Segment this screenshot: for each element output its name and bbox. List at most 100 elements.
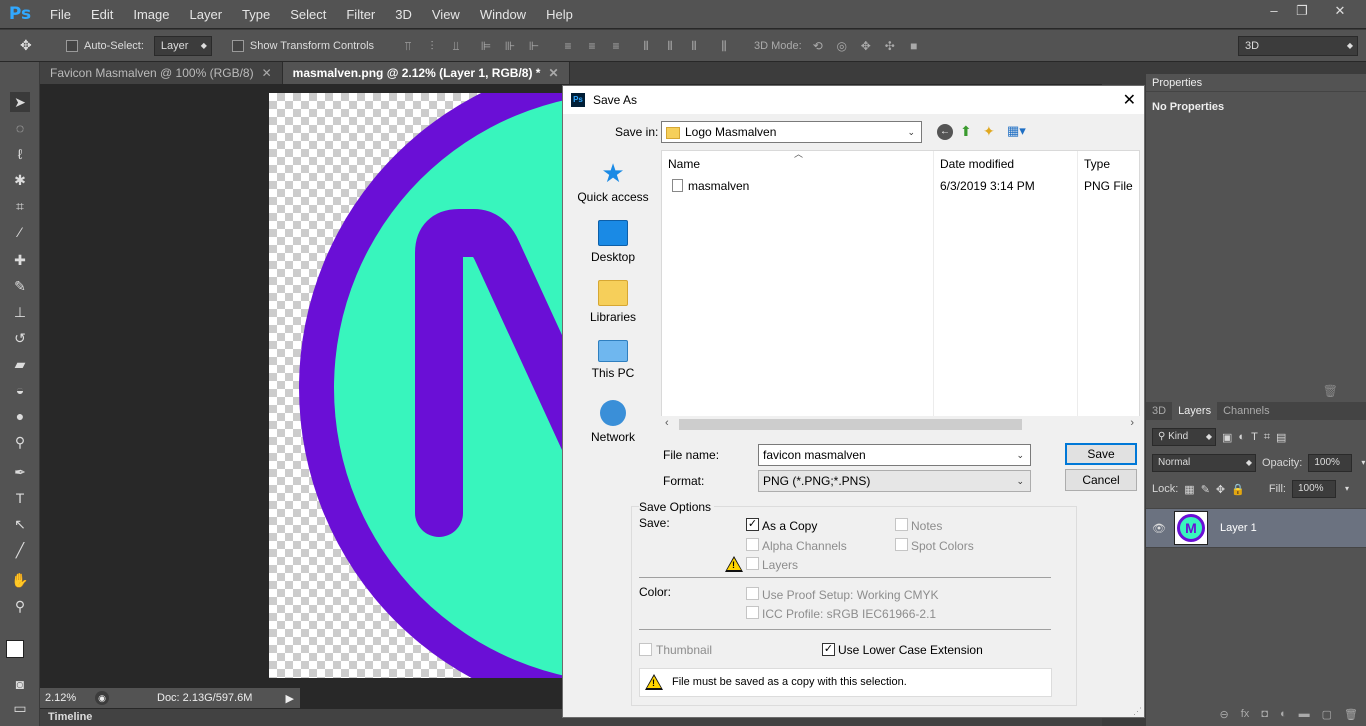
type-tool-icon[interactable]: T	[10, 488, 30, 508]
menu-file[interactable]: File	[40, 7, 81, 22]
format-dropdown[interactable]: PNG (*.PNG;*.PNS) ⌄	[758, 470, 1031, 492]
view-menu-icon[interactable]: ▦▾	[1007, 123, 1026, 139]
zoom-tool-icon[interactable]: ⚲	[10, 596, 30, 616]
trash-icon[interactable]: 🗑	[1323, 384, 1338, 398]
menu-help[interactable]: Help	[536, 7, 583, 22]
auto-align-icon[interactable]: ⫼	[716, 39, 732, 53]
lock-all-icon[interactable]: 🔒	[1231, 483, 1245, 496]
healing-brush-icon[interactable]: ✚	[10, 250, 30, 270]
hand-tool-icon[interactable]: ✋	[10, 570, 30, 590]
foreground-color-swatch[interactable]	[6, 640, 24, 658]
place-libraries[interactable]: Libraries	[569, 280, 657, 324]
stamp-tool-icon[interactable]: ⊥	[10, 302, 30, 322]
use-proof-setup-checkbox[interactable]	[746, 587, 759, 600]
filter-adjustment-icon[interactable]: ◐	[1238, 431, 1245, 443]
distribute-vcenter-icon[interactable]: ≡	[584, 39, 600, 53]
marquee-tool-icon[interactable]: ◌	[10, 118, 30, 138]
file-name[interactable]: masmalven	[688, 179, 749, 193]
tab-layers[interactable]: Layers	[1172, 402, 1218, 420]
tab-masmalven-png[interactable]: masmalven.png @ 2.12% (Layer 1, RGB/8) *…	[282, 62, 570, 84]
menu-select[interactable]: Select	[280, 7, 336, 22]
place-desktop[interactable]: Desktop	[569, 220, 657, 264]
eraser-icon[interactable]: ▰	[10, 354, 30, 374]
lasso-tool-icon[interactable]: ℓ	[10, 144, 30, 164]
menu-edit[interactable]: Edit	[81, 7, 123, 22]
distribute-right-icon[interactable]: ⦀	[686, 39, 702, 53]
menu-view[interactable]: View	[422, 7, 470, 22]
layers-checkbox[interactable]	[746, 557, 759, 570]
opacity-field[interactable]: 100% ▾	[1308, 454, 1365, 472]
lock-transparent-icon[interactable]: ▦	[1184, 483, 1194, 496]
eyedropper-icon[interactable]: ⁄	[10, 222, 30, 242]
menu-layer[interactable]: Layer	[180, 7, 233, 22]
share-icon[interactable]: ◉	[95, 691, 109, 705]
layer-name[interactable]: Layer 1	[1220, 522, 1257, 534]
document-canvas[interactable]	[269, 93, 569, 678]
resize-grip-icon[interactable]: ⋰	[1133, 706, 1142, 717]
tab-channels[interactable]: Channels	[1217, 402, 1275, 420]
column-type[interactable]: Type	[1084, 157, 1110, 171]
paint-bucket-icon[interactable]: ◒	[10, 380, 30, 400]
horizontal-scrollbar[interactable]: ‹ ›	[661, 416, 1140, 433]
quick-mask-icon[interactable]: ◙	[10, 674, 30, 694]
tab-3d[interactable]: 3D	[1146, 402, 1172, 420]
up-folder-icon[interactable]: ⬆	[960, 123, 972, 140]
link-layers-icon[interactable]: ⊖	[1220, 708, 1229, 726]
add-mask-icon[interactable]: ◘	[1261, 708, 1268, 726]
delete-layer-icon[interactable]: 🗑	[1344, 708, 1358, 726]
column-date[interactable]: Date modified	[940, 157, 1014, 171]
move-tool-icon[interactable]: ➤	[10, 92, 30, 112]
distribute-left-icon[interactable]: ⦀	[638, 39, 654, 53]
save-button[interactable]: Save	[1065, 443, 1137, 465]
fx-icon[interactable]: fx	[1241, 708, 1250, 726]
auto-select-checkbox[interactable]	[66, 39, 78, 52]
alpha-channels-checkbox[interactable]	[746, 538, 759, 551]
as-a-copy-label[interactable]: As a Copy	[762, 519, 817, 533]
blur-tool-icon[interactable]: ●	[10, 406, 30, 426]
align-hcenter-icon[interactable]: ⊪	[502, 39, 518, 53]
3d-camera-icon[interactable]: ■	[906, 39, 922, 53]
lock-position-icon[interactable]: ✥	[1216, 483, 1225, 496]
file-list[interactable]: Name ︿ Date modified Type masmalven 6/3/…	[661, 149, 1140, 418]
new-folder-icon[interactable]: ✦	[983, 123, 995, 140]
back-icon[interactable]: ←	[937, 124, 953, 140]
screen-mode-icon[interactable]: ▭	[10, 698, 30, 718]
move-tool-icon[interactable]: ✥	[20, 37, 44, 54]
distribute-bottom-icon[interactable]: ≡	[608, 39, 624, 53]
scroll-thumb[interactable]	[679, 419, 1022, 430]
fill-field[interactable]: 100% ▾	[1291, 480, 1349, 498]
3d-roll-icon[interactable]: ◎	[834, 39, 850, 53]
save-in-dropdown[interactable]: Logo Masmalven ⌄	[661, 121, 922, 143]
3d-rotate-icon[interactable]: ⟲	[810, 39, 826, 53]
filter-smart-icon[interactable]: ▤	[1276, 431, 1286, 444]
path-selection-icon[interactable]: ↖	[10, 514, 30, 534]
column-name[interactable]: Name	[668, 157, 700, 171]
filter-pixel-icon[interactable]: ▣	[1222, 431, 1232, 444]
adjustment-layer-icon[interactable]: ◐	[1280, 708, 1287, 726]
align-bottom-icon[interactable]: ⫫	[448, 39, 464, 53]
align-left-icon[interactable]: ⊫	[478, 39, 494, 53]
menu-image[interactable]: Image	[123, 7, 179, 22]
tab-properties[interactable]: Properties	[1146, 74, 1366, 92]
history-brush-icon[interactable]: ↺	[10, 328, 30, 348]
crop-tool-icon[interactable]: ⌗	[10, 196, 30, 216]
menu-type[interactable]: Type	[232, 7, 280, 22]
menu-3d[interactable]: 3D	[385, 7, 422, 22]
scroll-right-icon[interactable]: ›	[1130, 417, 1134, 429]
filter-shape-icon[interactable]: ⌗	[1264, 431, 1270, 444]
app-close-button[interactable]: ✕	[1322, 0, 1358, 22]
thumbnail-checkbox[interactable]	[639, 643, 652, 656]
place-this-pc[interactable]: This PC	[569, 340, 657, 380]
layer-kind-filter[interactable]: ⚲ Kind ◆	[1152, 428, 1216, 446]
3d-slide-icon[interactable]: ✣	[882, 39, 898, 53]
cancel-button[interactable]: Cancel	[1065, 469, 1137, 491]
place-network[interactable]: Network	[569, 400, 657, 444]
filter-type-icon[interactable]: T	[1251, 431, 1258, 443]
restore-button[interactable]: ❐	[1284, 0, 1320, 22]
pen-tool-icon[interactable]: ✒	[10, 462, 30, 482]
lower-case-extension-checkbox[interactable]: ✓	[822, 643, 835, 656]
blend-mode-dropdown[interactable]: Normal ◆	[1152, 454, 1256, 472]
show-transform-checkbox[interactable]	[231, 39, 244, 52]
status-arrow-icon[interactable]: ▶	[286, 692, 294, 705]
visibility-eye-icon[interactable]: 👁	[1152, 522, 1168, 535]
